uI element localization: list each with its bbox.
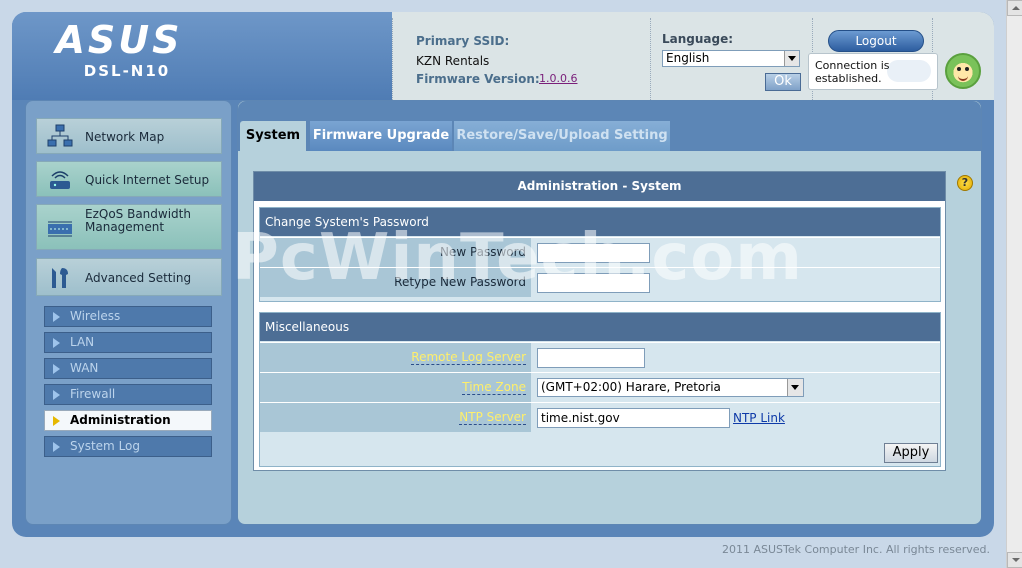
section-title: Change System's Password [260, 208, 940, 236]
new-password-field[interactable] [537, 243, 650, 263]
vertical-scrollbar[interactable] [1006, 0, 1022, 568]
sidebar-item-advanced-setting[interactable]: Advanced Setting [36, 258, 222, 296]
administration-form: Administration - System Change System's … [253, 171, 946, 471]
sidebar-item-label: Advanced Setting [85, 271, 192, 285]
chevron-down-icon[interactable] [787, 379, 803, 396]
mascot-avatar-icon [945, 53, 981, 89]
logout-button[interactable]: Logout [828, 30, 924, 52]
language-value: English [666, 51, 710, 65]
sidebar-item-label: Network Map [85, 130, 165, 144]
time-zone-value: (GMT+02:00) Harare, Pretoria [541, 380, 721, 394]
chevron-down-icon[interactable] [784, 51, 799, 66]
ntp-server-field[interactable]: time.nist.gov [537, 408, 730, 428]
help-icon[interactable]: ? [957, 175, 973, 191]
time-zone-select[interactable]: (GMT+02:00) Harare, Pretoria [537, 378, 804, 397]
remote-log-server-field[interactable] [537, 348, 645, 368]
misc-section: Miscellaneous Remote Log Server Time Zon… [259, 312, 941, 467]
network-map-icon [47, 124, 73, 147]
primary-ssid-value: KZN Rentals [416, 54, 490, 68]
tab-firmware-upgrade[interactable]: Firmware Upgrade [310, 121, 452, 151]
header: ASUS DSL-N10 Primary SSID: KZN Rentals F… [12, 12, 994, 100]
primary-ssid-label: Primary SSID: [416, 34, 510, 48]
password-section: Change System's Password New Password Re… [259, 207, 941, 302]
footer-copyright: 2011 ASUSTek Computer Inc. All rights re… [722, 543, 990, 556]
ntp-link[interactable]: NTP Link [733, 411, 785, 425]
firmware-version-link[interactable]: 1.0.0.6 [539, 72, 577, 85]
divider [392, 18, 393, 100]
divider [650, 18, 651, 100]
sidebar-item-network-map[interactable]: Network Map [36, 118, 222, 154]
connection-status-bubble: Connection is established. [808, 53, 938, 90]
sidebar-item-quick-internet-setup[interactable]: Quick Internet Setup [36, 161, 222, 197]
sidebar-item-wireless[interactable]: Wireless [44, 306, 212, 327]
form-row-time-zone: Time Zone (GMT+02:00) Harare, Pretoria [260, 372, 940, 402]
language-label: Language: [662, 32, 734, 46]
sidebar-item-ezqos[interactable]: EzQoS Bandwidth Management [36, 204, 222, 250]
header-info: Primary SSID: KZN Rentals Firmware Versi… [392, 12, 994, 100]
connection-status-text: Connection is established. [815, 59, 890, 85]
language-ok-button[interactable]: Ok [765, 73, 801, 91]
logo-area: ASUS DSL-N10 [12, 12, 392, 100]
retype-password-label: Retype New Password [260, 268, 531, 297]
form-row-new-password: New Password [260, 237, 940, 267]
language-select[interactable]: English [662, 50, 800, 67]
tab-system[interactable]: System [240, 121, 306, 151]
sidebar-item-system-log[interactable]: System Log [44, 436, 212, 457]
time-zone-label[interactable]: Time Zone [462, 380, 526, 395]
sidebar-item-wan[interactable]: WAN [44, 358, 212, 379]
section-title: Miscellaneous [260, 313, 940, 341]
sidebar-item-label: Quick Internet Setup [85, 173, 210, 187]
sidebar: Network Map Quick Internet Setup EzQoS B… [25, 100, 232, 525]
scroll-down-icon[interactable] [1007, 552, 1022, 568]
brand-logo: ASUS [55, 18, 183, 62]
main-panel: System Firmware Upgrade Restore/Save/Upl… [237, 100, 982, 525]
sidebar-item-firewall[interactable]: Firewall [44, 384, 212, 405]
ntp-server-label[interactable]: NTP Server [459, 410, 526, 425]
form-row-retype-password: Retype New Password [260, 267, 940, 297]
form-row-remote-log: Remote Log Server [260, 342, 940, 372]
form-row-ntp-server: NTP Server time.nist.gov NTP Link [260, 402, 940, 432]
apply-button[interactable]: Apply [884, 443, 938, 463]
router-icon [50, 171, 70, 189]
page-title: Administration - System [254, 172, 945, 201]
new-password-label: New Password [260, 238, 531, 267]
sidebar-item-lan[interactable]: LAN [44, 332, 212, 353]
firmware-label: Firmware Version: [416, 72, 540, 86]
bandwidth-icon [48, 221, 72, 237]
model-name: DSL-N10 [83, 62, 171, 80]
scroll-up-icon[interactable] [1007, 0, 1022, 16]
tab-bar: System Firmware Upgrade Restore/Save/Upl… [238, 101, 981, 151]
remote-log-label[interactable]: Remote Log Server [411, 350, 526, 365]
tab-restore-save-upload[interactable]: Restore/Save/Upload Setting [454, 121, 670, 151]
wrench-icon [52, 268, 68, 288]
retype-password-field[interactable] [537, 273, 650, 293]
sidebar-item-administration[interactable]: Administration [44, 410, 212, 431]
sidebar-item-label: EzQoS Bandwidth Management [85, 207, 191, 234]
